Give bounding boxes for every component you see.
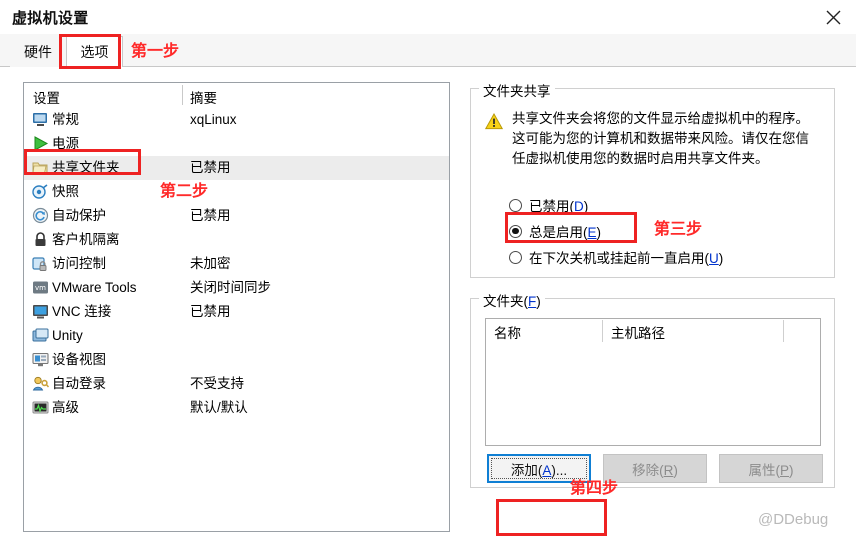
- list-item-vnc[interactable]: VNC 连接 已禁用: [24, 300, 449, 324]
- unity-icon: [32, 327, 49, 344]
- tab-strip: [0, 34, 856, 67]
- window-title: 虚拟机设置: [12, 10, 89, 27]
- list-item-label: 高级: [52, 400, 79, 415]
- folder-sharing-groupbox: 文件夹共享 共享文件夹会将您的文件显示给虚拟机中的程序。这可能为您的计算机和数据…: [470, 80, 835, 278]
- list-item-autoprotect[interactable]: 自动保护 已禁用: [24, 204, 449, 228]
- list-item-label: 自动登录: [52, 376, 106, 391]
- list-item-summary: xqLinux: [190, 112, 237, 127]
- vmware-tools-icon: vm: [32, 279, 49, 296]
- folders-button-row: 添加(A)... 移除(R) 属性(P): [485, 454, 825, 484]
- list-item-access-control[interactable]: 访问控制 未加密: [24, 252, 449, 276]
- access-lock-icon: [32, 255, 49, 272]
- list-item-label: VMware Tools: [52, 280, 137, 295]
- annotation-box-always-enabled: [505, 212, 637, 243]
- list-item-summary: 未加密: [190, 256, 231, 271]
- radio-label-until-shutdown: 在下次关机或挂起前一直启用(U): [529, 251, 724, 266]
- list-item-vmware-tools[interactable]: vm VMware Tools 关闭时间同步: [24, 276, 449, 300]
- vnc-icon: [32, 303, 49, 320]
- list-item-summary: 已禁用: [190, 160, 231, 175]
- annotation-step-2: 第二步: [160, 181, 209, 200]
- radio-circle-until-shutdown: [509, 250, 522, 264]
- list-item-unity[interactable]: Unity: [24, 324, 449, 348]
- svg-text:vm: vm: [35, 284, 46, 292]
- folders-column-host-path: 主机路径: [611, 326, 665, 341]
- warning-triangle-icon: [484, 112, 504, 130]
- folders-table[interactable]: 名称 主机路径: [485, 318, 821, 446]
- list-item-general[interactable]: 常规 xqLinux: [24, 108, 449, 132]
- monitor-icon: [32, 111, 49, 128]
- vm-settings-window: 虚拟机设置 硬件 选项 设置 摘要 常规 xqLinux 电源 共享文件夹 已禁…: [0, 0, 856, 541]
- list-item-advanced[interactable]: 高级 默认/默认: [24, 396, 449, 420]
- annotation-box-add-button: [496, 499, 607, 536]
- list-item-label: 常规: [52, 112, 79, 127]
- folder-sharing-legend: 文件夹共享: [479, 80, 555, 100]
- list-item-snapshot[interactable]: 快照: [24, 180, 449, 204]
- list-item-summary: 默认/默认: [190, 400, 248, 415]
- folders-col-divider-1: [602, 320, 603, 342]
- list-item-guest-isolation[interactable]: 客户机隔离: [24, 228, 449, 252]
- list-item-label: 自动保护: [52, 208, 106, 223]
- annotation-box-tab: [59, 34, 121, 69]
- watermark: @DDebug: [758, 511, 829, 528]
- folders-legend: 文件夹(F): [479, 290, 545, 310]
- lock-icon: [32, 231, 49, 248]
- list-item-label: 设备视图: [52, 352, 106, 367]
- tab-hardware[interactable]: 硬件: [10, 36, 66, 67]
- remove-folder-button[interactable]: 移除(R): [603, 454, 707, 483]
- list-item-label: 访问控制: [52, 256, 106, 271]
- advanced-icon: [32, 399, 49, 416]
- list-item-summary: 已禁用: [190, 304, 231, 319]
- snapshot-icon: [32, 183, 49, 200]
- close-icon[interactable]: [810, 0, 856, 34]
- header-separator: [182, 85, 183, 105]
- folders-column-name: 名称: [494, 326, 521, 341]
- remove-folder-label: 移除(R): [632, 462, 678, 478]
- radio-circle-disabled: [509, 198, 522, 212]
- folders-col-divider-2: [783, 320, 784, 342]
- settings-list-header: 设置 摘要: [24, 83, 449, 108]
- list-item-label: VNC 连接: [52, 304, 112, 319]
- title-bar: 虚拟机设置: [0, 0, 856, 34]
- list-item-label: Unity: [52, 328, 83, 343]
- annotation-box-shared-folders: [24, 149, 141, 175]
- list-item-label: 快照: [52, 184, 79, 199]
- list-item-autologon[interactable]: 自动登录 不受支持: [24, 372, 449, 396]
- column-header-setting: 设置: [33, 91, 60, 106]
- annotation-step-1: 第一步: [131, 41, 180, 60]
- list-item-summary: 已禁用: [190, 208, 231, 223]
- folder-properties-label: 属性(P): [748, 462, 794, 478]
- folders-table-header: 名称 主机路径: [486, 319, 820, 343]
- autoprotect-icon: [32, 207, 49, 224]
- folders-groupbox: 文件夹(F) 名称 主机路径 添加(A)... 移除(R) 属性(P): [470, 290, 835, 488]
- folder-sharing-warning-text: 共享文件夹会将您的文件显示给虚拟机中的程序。这可能为您的计算机和数据带来风险。请…: [512, 111, 809, 166]
- folder-properties-button[interactable]: 属性(P): [719, 454, 823, 483]
- list-item-summary: 关闭时间同步: [190, 280, 271, 295]
- list-item-label: 客户机隔离: [52, 232, 120, 247]
- device-view-icon: [32, 351, 49, 368]
- column-header-summary: 摘要: [190, 91, 217, 106]
- autologon-icon: [32, 375, 49, 392]
- annotation-step-4: 第四步: [570, 478, 619, 497]
- annotation-step-3: 第三步: [654, 219, 703, 238]
- radio-until-shutdown[interactable]: 在下次关机或挂起前一直启用(U): [509, 245, 723, 269]
- list-item-device-view[interactable]: 设备视图: [24, 348, 449, 372]
- list-item-summary: 不受支持: [190, 376, 244, 391]
